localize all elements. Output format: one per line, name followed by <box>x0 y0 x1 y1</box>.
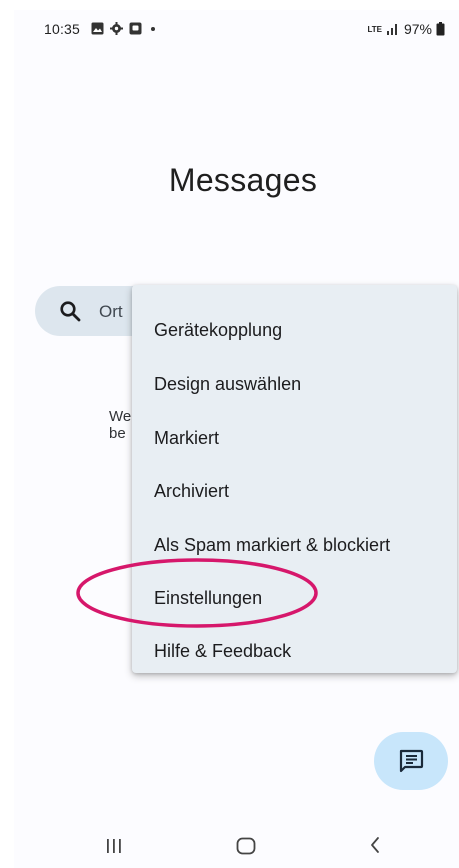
empty-state-line: We <box>109 408 132 425</box>
empty-state-text: We be <box>109 408 131 442</box>
empty-state-line: be <box>109 425 126 442</box>
start-chat-icon <box>399 749 424 773</box>
gear-icon <box>110 22 123 35</box>
network-type: LTE <box>367 24 382 34</box>
status-time: 10:35 <box>44 21 81 37</box>
menu-item-help-feedback[interactable]: Hilfe & Feedback <box>154 641 291 662</box>
status-right: LTE 97% <box>367 21 445 37</box>
notification-icons <box>91 22 158 35</box>
menu-item-starred[interactable]: Markiert <box>154 428 219 449</box>
image-icon <box>91 22 104 35</box>
back-icon[interactable] <box>369 835 381 855</box>
page-title: Messages <box>168 162 318 198</box>
home-icon[interactable] <box>236 837 256 855</box>
menu-item-spam-blocked[interactable]: Als Spam markiert & blockiert <box>154 535 390 556</box>
menu-item-settings[interactable]: Einstellungen <box>154 588 262 609</box>
signal-icon <box>386 24 397 35</box>
search-icon <box>60 301 81 322</box>
battery-percent: 97% <box>403 21 432 37</box>
dot-icon <box>151 27 155 31</box>
start-chat-button[interactable] <box>374 732 448 790</box>
menu-item-archived[interactable]: Archiviert <box>154 481 229 502</box>
system-nav-bar <box>14 818 459 868</box>
status-bar: 10:35 LTE 97% <box>14 10 459 48</box>
menu-item-device-pairing[interactable]: Gerätekopplung <box>154 320 282 341</box>
app-screen: 10:35 LTE 97% Messages Ort We be Gerätek… <box>14 10 459 868</box>
recent-apps-icon[interactable] <box>106 838 122 854</box>
search-input[interactable]: Ort <box>99 302 123 322</box>
menu-item-choose-theme[interactable]: Design auswählen <box>154 374 301 395</box>
battery-icon <box>436 22 445 36</box>
screen-record-icon <box>129 22 142 35</box>
overflow-menu: Gerätekopplung Design auswählen Markiert… <box>132 285 457 673</box>
